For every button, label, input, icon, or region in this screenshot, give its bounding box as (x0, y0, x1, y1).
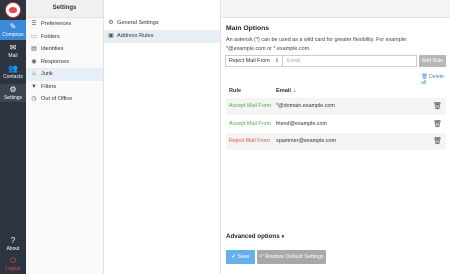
table-row: Reject Mail From spammer@example.com 🗑 (226, 133, 446, 150)
logout-label: Logout (5, 266, 21, 272)
junk-item-general-settings[interactable]: ⚙ General Settings (104, 17, 220, 30)
settings-item-label: Responses (41, 58, 69, 65)
list-icon: ☰ (31, 21, 37, 27)
email-cell: *@domain.example.com (276, 103, 335, 109)
rule-type-select[interactable]: Reject Mail From ⇕ (225, 55, 283, 67)
column-header-email-label: Email (276, 88, 291, 94)
junk-nav-panel: ⚙ General Settings ▣ Address Rules (104, 0, 221, 274)
restore-defaults-button[interactable]: ↶ Restore Default Settings (257, 250, 326, 264)
about-nav[interactable]: ? About (0, 236, 26, 252)
advanced-options-toggle[interactable]: Advanced options ▾ (226, 233, 284, 240)
settings-nav[interactable]: ⚙ Settings (0, 84, 26, 102)
settings-item-label: Out of Office (41, 96, 73, 102)
gear-icon: ⚙ (9, 85, 17, 94)
contacts-nav[interactable]: 👥 Contacts (0, 64, 26, 80)
trash-icon[interactable]: 🗑 (433, 116, 442, 133)
column-header-rule: Rule (229, 88, 242, 94)
table-row: Accept Mail From friend@example.com 🗑 (226, 116, 446, 133)
settings-item-label: Identities (41, 46, 64, 52)
settings-nav-panel: Settings ☰ Preferences ▭ Folders ▤ Identiti… (26, 0, 104, 274)
rule-cell: Reject Mail From (229, 138, 270, 144)
settings-item-filters[interactable]: ▼ Filters (26, 81, 103, 94)
junk-item-address-rules[interactable]: ▣ Address Rules (104, 30, 220, 43)
settings-item-folders[interactable]: ▭ Folders (26, 31, 103, 44)
undo-icon: ↶ (259, 254, 264, 260)
rule-type-value: Reject Mail From (229, 58, 270, 64)
settings-item-label: Preferences (41, 21, 72, 27)
logout-nav[interactable]: ⏻ Logout (0, 256, 26, 272)
settings-item-out-of-office[interactable]: ◷ Out of Office (26, 93, 103, 106)
add-rule-button[interactable]: Add Rule (419, 55, 446, 67)
settings-title: Settings (26, 0, 103, 18)
clock-icon: ◷ (31, 96, 37, 102)
save-label: Save (237, 254, 250, 260)
junk-item-label: Address Rules (117, 33, 154, 39)
restore-label: Restore Default Settings (265, 254, 324, 260)
settings-item-junk[interactable]: ♨ Junk (26, 68, 103, 81)
power-icon: ⏻ (9, 256, 17, 265)
question-icon: ? (10, 236, 16, 245)
settings-item-responses[interactable]: ◉ Responses (26, 56, 103, 69)
rule-cell: Accept Mail From (229, 103, 271, 109)
mail-icon: ✉ (9, 43, 17, 52)
chevron-down-icon: ▾ (281, 234, 285, 240)
section-title: Main Options (226, 25, 270, 32)
table-row: Accept Mail From *@domain.example.com 🗑 (226, 98, 446, 115)
chat-icon: ◉ (31, 58, 37, 65)
flame-icon: ♨ (31, 71, 37, 77)
address-card-icon: ▣ (108, 33, 114, 39)
app-rail: ✎ Compose ✉ Mail 👥 Contacts ⚙ Settings ?… (0, 0, 26, 274)
id-card-icon: ▤ (31, 46, 37, 52)
section-description: An asterisk (*) can be used as a wild ca… (226, 37, 408, 52)
folder-icon: ▭ (31, 33, 37, 40)
compose-icon: ✎ (9, 22, 17, 31)
mail-nav[interactable]: ✉ Mail (0, 43, 26, 59)
save-button[interactable]: ✔ Save (226, 250, 255, 264)
gear-icon: ⚙ (108, 20, 114, 26)
compose-button[interactable]: ✎ Compose (0, 20, 26, 40)
main-content: Main Options An asterisk (*) can be used… (221, 0, 450, 274)
email-cell: spammer@example.com (276, 138, 336, 144)
about-label: About (6, 246, 20, 252)
settings-item-identities[interactable]: ▤ Identities (26, 43, 103, 56)
junk-item-label: General Settings (117, 20, 159, 26)
main-topbar (221, 0, 450, 18)
compose-label: Compose (2, 32, 24, 38)
advanced-options-label: Advanced options (226, 233, 280, 240)
email-cell: friend@example.com (276, 121, 328, 127)
contacts-icon: 👥 (8, 64, 18, 73)
mail-label: Mail (8, 53, 18, 59)
sort-down-icon: ↓ (292, 88, 296, 94)
rule-cell: Accept Mail From (229, 121, 271, 127)
settings-item-label: Junk (41, 71, 53, 77)
delete-all-link[interactable]: 🗑 Delete all (421, 74, 450, 86)
settings-item-label: Filters (41, 83, 57, 90)
trash-icon[interactable]: 🗑 (433, 98, 442, 115)
check-icon: ✔ (231, 254, 236, 260)
contacts-label: Contacts (3, 74, 23, 80)
filter-icon: ▼ (31, 83, 37, 90)
settings-item-label: Folders (41, 33, 60, 40)
settings-label: Settings (3, 95, 23, 101)
email-field[interactable] (283, 55, 417, 67)
column-header-email[interactable]: Email ↓ (276, 88, 296, 94)
chevron-updown-icon: ⇕ (274, 58, 279, 64)
app-logo (5, 2, 21, 18)
settings-item-preferences[interactable]: ☰ Preferences (26, 18, 103, 31)
trash-icon[interactable]: 🗑 (433, 133, 442, 150)
